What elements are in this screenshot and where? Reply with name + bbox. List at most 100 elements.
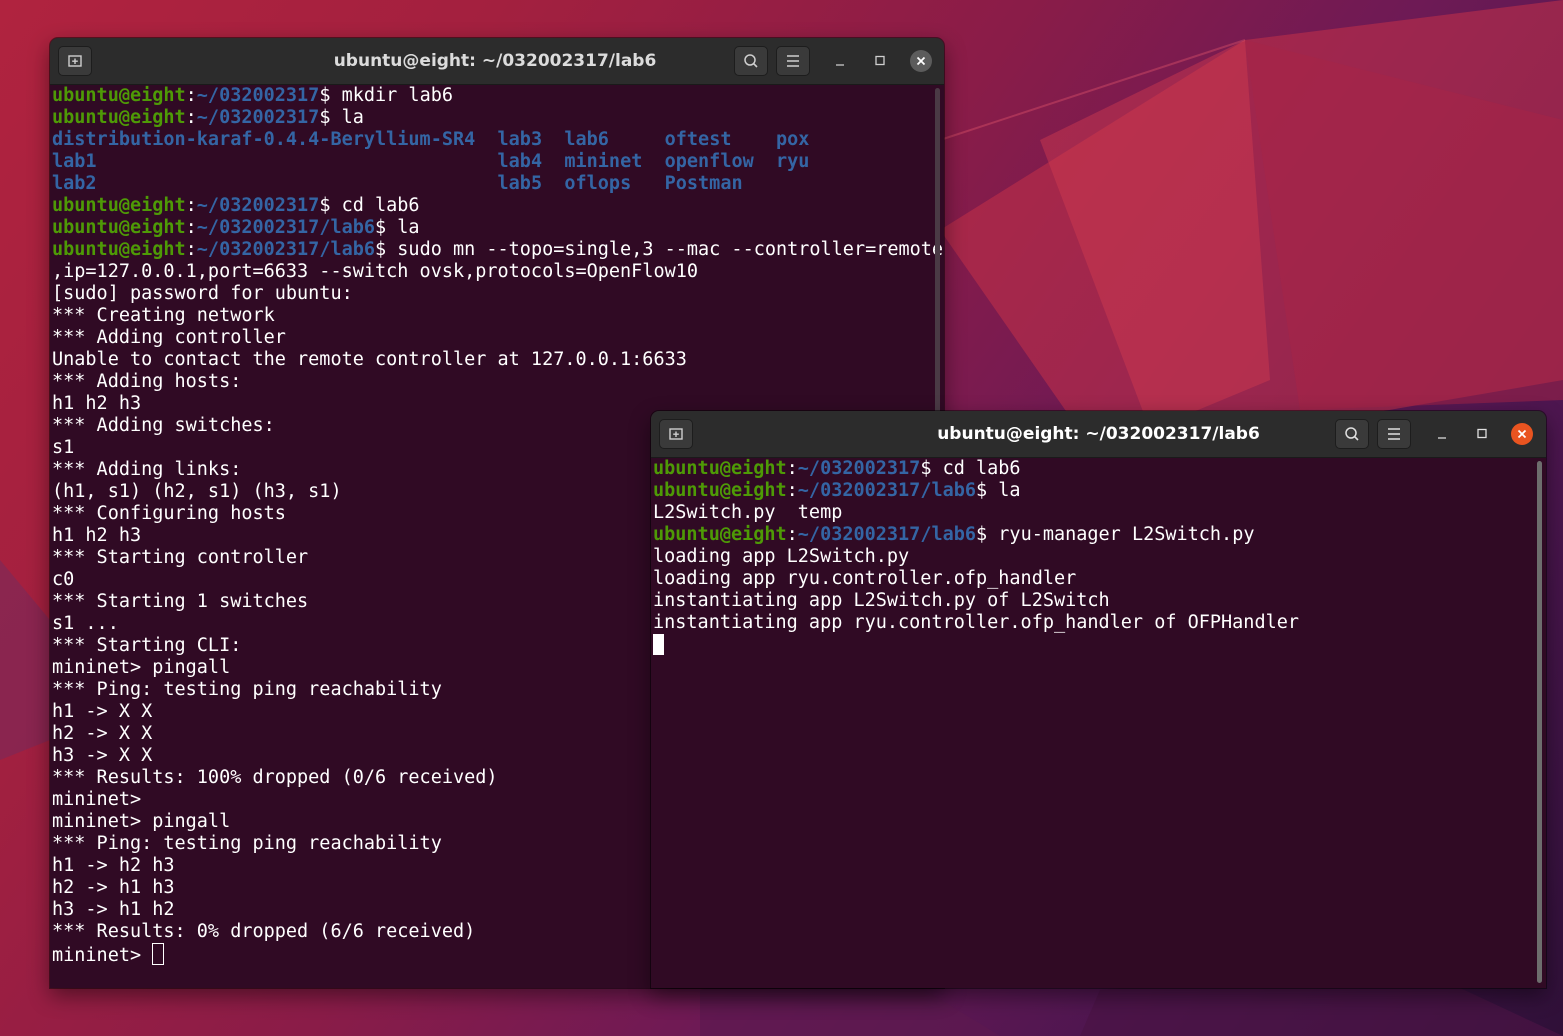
terminal-text: *** Adding controller <box>52 327 286 348</box>
minimize-button[interactable] <box>1428 419 1456 449</box>
terminal-line: ubuntu@eight:~/032002317/lab6$ la <box>653 480 1546 502</box>
prompt-user: ubuntu@eight <box>52 107 186 128</box>
close-button[interactable] <box>910 50 932 72</box>
new-tab-icon <box>669 428 683 440</box>
terminal-text: $ mkdir lab6 <box>319 85 453 106</box>
terminal-text: $ la <box>976 480 1021 501</box>
path-or-dir: mininet <box>564 151 643 172</box>
terminal-text: *** Ping: testing ping reachability <box>52 833 442 854</box>
path-or-dir: lab4 <box>497 151 543 172</box>
terminal-text: *** Starting controller <box>52 547 309 568</box>
path-or-dir: ~/032002317/lab6 <box>797 524 977 545</box>
terminal-line: *** Adding controller <box>52 327 944 349</box>
titlebar[interactable]: ubuntu@eight: ~/032002317/lab6 <box>50 38 944 85</box>
terminal-text: L2Switch.py temp <box>653 502 843 523</box>
path-or-dir: oflops <box>564 173 632 194</box>
terminal-text: : <box>786 458 798 479</box>
terminal-line: loading app L2Switch.py <box>653 546 1546 568</box>
terminal-text: *** Starting CLI: <box>52 635 242 656</box>
terminal-text: : <box>185 195 197 216</box>
terminal-line: L2Switch.py temp <box>653 502 1546 524</box>
terminal-text: *** Starting 1 switches <box>52 591 309 612</box>
terminal-text: : <box>185 107 197 128</box>
terminal-output[interactable]: ubuntu@eight:~/032002317$ cd lab6 ubuntu@… <box>651 458 1546 988</box>
new-tab-button[interactable] <box>659 419 693 449</box>
path-or-dir: lab5 <box>497 173 543 194</box>
terminal-text: : <box>185 239 197 260</box>
close-button[interactable] <box>1511 423 1533 445</box>
new-tab-button[interactable] <box>58 46 92 76</box>
terminal-text: $ sudo mn --topo=single,3 --mac --contro… <box>375 239 944 260</box>
terminal-text: $ la <box>319 107 364 128</box>
terminal-line: ubuntu@eight:~/032002317/lab6$ sudo mn -… <box>52 239 944 261</box>
terminal-text: s1 ... <box>52 613 119 634</box>
maximize-icon <box>1477 428 1487 439</box>
terminal-text: $ cd lab6 <box>920 458 1021 479</box>
terminal-text: Unable to contact the remote controller … <box>52 349 687 370</box>
terminal-text: *** Adding hosts: <box>52 371 242 392</box>
terminal-text: $ cd lab6 <box>319 195 420 216</box>
terminal-text: h1 -> X X <box>52 701 153 722</box>
terminal-text: instantiating app ryu.controller.ofp_han… <box>653 612 1300 633</box>
search-button[interactable] <box>1335 419 1369 449</box>
terminal-line: instantiating app L2Switch.py of L2Switc… <box>653 590 1546 612</box>
maximize-button[interactable] <box>866 46 894 76</box>
terminal-line: ubuntu@eight:~/032002317/lab6$ la <box>52 217 944 239</box>
menu-button[interactable] <box>1377 419 1411 449</box>
path-or-dir: ~/032002317 <box>797 458 921 479</box>
path-or-dir: lab3 <box>497 129 543 150</box>
close-icon <box>916 56 926 66</box>
terminal-window-right[interactable]: ubuntu@eight: ~/032002317/lab6 ubuntu@ei… <box>651 411 1546 988</box>
terminal-text: *** Configuring hosts <box>52 503 286 524</box>
terminal-text: : <box>185 217 197 238</box>
terminal-line: [sudo] password for ubuntu: <box>52 283 944 305</box>
terminal-line: ubuntu@eight:~/032002317$ la <box>52 107 944 129</box>
scrollbar[interactable] <box>1537 461 1542 983</box>
prompt-user: ubuntu@eight <box>52 217 186 238</box>
terminal-text: : <box>786 480 798 501</box>
terminal-text: mininet> pingall <box>52 657 231 678</box>
terminal-line: lab1 lab4 mininet openflow ryu <box>52 151 944 173</box>
terminal-text: h1 h2 h3 <box>52 393 142 414</box>
terminal-text: [sudo] password for ubuntu: <box>52 283 353 304</box>
text-cursor <box>653 634 664 655</box>
terminal-line: ubuntu@eight:~/032002317$ cd lab6 <box>52 195 944 217</box>
titlebar[interactable]: ubuntu@eight: ~/032002317/lab6 <box>651 411 1546 458</box>
terminal-line: *** Adding hosts: <box>52 371 944 393</box>
path-or-dir: ~/032002317 <box>196 85 320 106</box>
path-or-dir: openflow <box>664 151 754 172</box>
path-or-dir: Postman <box>664 173 743 194</box>
terminal-text: *** Adding links: <box>52 459 242 480</box>
terminal-text: mininet> <box>52 945 153 966</box>
terminal-text: h3 -> X X <box>52 745 153 766</box>
prompt-user: ubuntu@eight <box>52 239 186 260</box>
terminal-line: lab2 lab5 oflops Postman <box>52 173 944 195</box>
maximize-button[interactable] <box>1468 419 1496 449</box>
terminal-text: h2 -> h1 h3 <box>52 877 175 898</box>
search-button[interactable] <box>734 46 768 76</box>
search-icon <box>744 54 758 68</box>
text-cursor <box>152 943 165 965</box>
menu-button[interactable] <box>776 46 810 76</box>
path-or-dir: oftest <box>664 129 732 150</box>
terminal-text: : <box>786 524 798 545</box>
terminal-text: c0 <box>52 569 75 590</box>
terminal-text: (h1, s1) (h2, s1) (h3, s1) <box>52 481 342 502</box>
terminal-text: *** Results: 100% dropped (0/6 received) <box>52 767 498 788</box>
minimize-button[interactable] <box>826 46 854 76</box>
terminal-line: ,ip=127.0.0.1,port=6633 --switch ovsk,pr… <box>52 261 944 283</box>
terminal-text: s1 <box>52 437 75 458</box>
terminal-text: *** Results: 0% dropped (6/6 received) <box>52 921 476 942</box>
prompt-user: ubuntu@eight <box>52 195 186 216</box>
terminal-text: h1 h2 h3 <box>52 525 142 546</box>
terminal-text: h3 -> h1 h2 <box>52 899 175 920</box>
path-or-dir: ~/032002317/lab6 <box>797 480 977 501</box>
terminal-line: *** Creating network <box>52 305 944 327</box>
new-tab-icon <box>68 55 82 67</box>
terminal-text: $ la <box>375 217 420 238</box>
